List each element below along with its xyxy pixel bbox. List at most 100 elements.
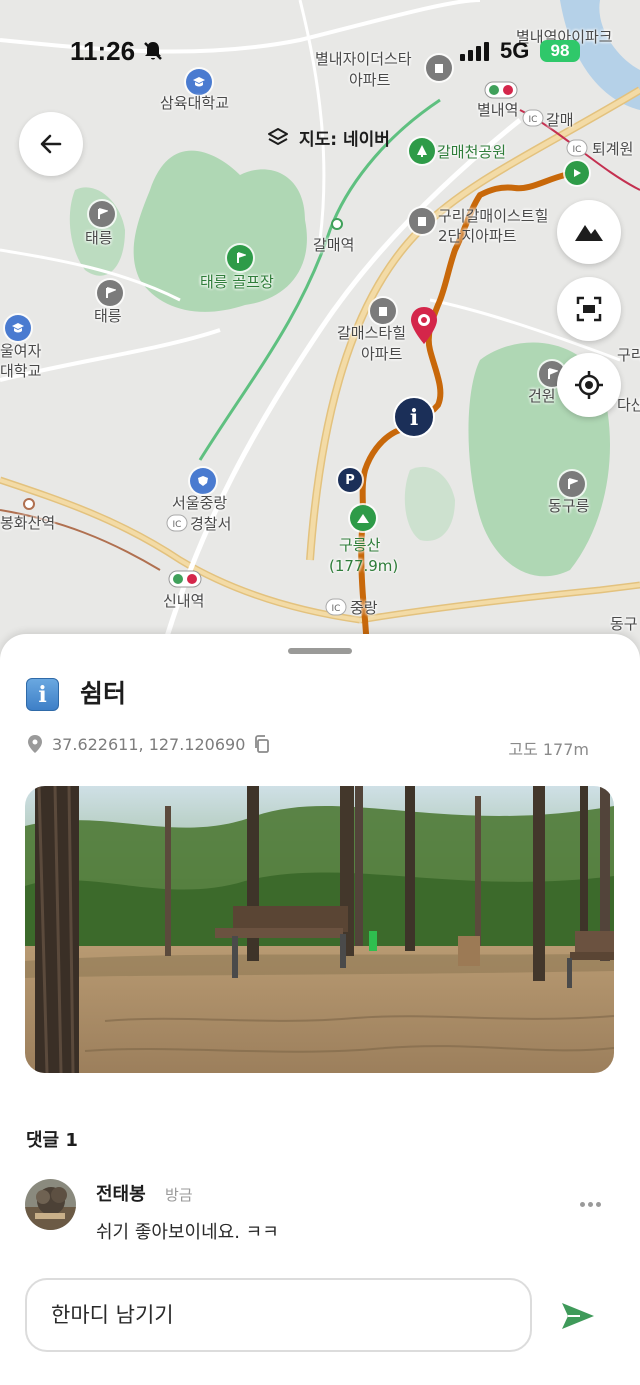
map-label: 대학교 xyxy=(0,362,42,380)
network-type: 5G xyxy=(500,38,530,63)
info-marker-icon[interactable]: i xyxy=(393,396,435,438)
university-icon xyxy=(5,315,31,341)
map-label: 갈매역 xyxy=(313,236,355,254)
map-label: 동구 xyxy=(610,615,638,633)
map-label: 삼육대학교 xyxy=(160,94,230,112)
terrain-button[interactable] xyxy=(557,200,621,264)
location-pin-icon xyxy=(28,735,42,753)
info-glyph: i xyxy=(38,681,47,708)
station-dot-icon xyxy=(331,218,343,230)
map-label: 갈매 xyxy=(546,111,574,129)
map-view[interactable]: P IC IC IC IC 삼육대학교 별내자이더스타 아파트 별내역아이파크 … xyxy=(0,0,640,660)
place-photo[interactable] xyxy=(25,786,614,1073)
comment-more-button[interactable] xyxy=(572,1192,608,1216)
svg-text:IC: IC xyxy=(332,604,341,614)
place-title: 쉼터 xyxy=(80,679,127,708)
avatar-image xyxy=(25,1179,76,1230)
back-button[interactable] xyxy=(19,112,83,176)
comments-header: 댓글 1 xyxy=(26,1130,78,1151)
interchange-icon: IC xyxy=(166,514,188,532)
comment-time: 방금 xyxy=(165,1186,193,1204)
forest-rest-area-image xyxy=(25,786,614,1073)
info-place-icon: i xyxy=(26,678,59,711)
signal-strength-icon xyxy=(460,42,489,61)
comment-author[interactable]: 전태봉 xyxy=(96,1180,146,1206)
map-label: 2단지아파트 xyxy=(438,227,517,245)
map-label: 서울중랑 xyxy=(172,494,228,512)
golf-icon xyxy=(227,245,253,271)
locate-button[interactable] xyxy=(557,353,621,417)
map-source-selector[interactable]: 지도: 네이버 xyxy=(255,118,402,156)
interchange-icon: IC xyxy=(325,598,347,616)
map-label: 별내자이더스타 xyxy=(315,50,412,68)
map-label: 동구릉 xyxy=(548,497,590,515)
arrow-left-icon xyxy=(40,134,62,154)
map-label: 건원 xyxy=(528,387,556,405)
locate-icon xyxy=(575,371,603,399)
map-label: 아파트 xyxy=(361,345,403,363)
map-label: 구리 xyxy=(617,346,640,364)
landmark-flag-icon xyxy=(97,280,123,306)
map-label: 갈매천공원 xyxy=(437,143,507,161)
coordinates-text: 37.622611, 127.120690 xyxy=(52,734,246,754)
battery-level: 98 xyxy=(550,41,570,60)
altitude-text: 고도 177m xyxy=(508,740,589,759)
map-label: 울여자 xyxy=(0,342,42,360)
university-icon xyxy=(186,69,212,95)
sheet-drag-handle[interactable] xyxy=(288,648,352,654)
map-label: 경찰서 xyxy=(190,515,232,533)
bell-muted-icon xyxy=(144,42,162,60)
battery-indicator: 98 xyxy=(540,40,580,62)
map-label: 별내역 xyxy=(477,101,519,119)
landmark-flag-icon xyxy=(559,471,585,497)
landmark-flag-icon xyxy=(89,201,115,227)
map-label: 태릉 xyxy=(85,229,113,247)
parking-icon: P xyxy=(338,468,362,492)
dot xyxy=(587,1201,593,1207)
place-detail-sheet: i 쉼터 37.622611, 127.120690 고도 177m 댓글 1 … xyxy=(0,634,640,1385)
layers-icon xyxy=(268,128,288,145)
map-label: 갈매스타힐 xyxy=(337,324,407,342)
map-background xyxy=(0,0,640,660)
mountain-icon xyxy=(575,225,603,241)
map-label: 아파트 xyxy=(349,71,391,89)
dot xyxy=(595,1201,601,1207)
mountain-peak-icon xyxy=(350,505,376,531)
park-icon xyxy=(409,138,435,164)
send-icon xyxy=(562,1303,594,1329)
svg-text:IC: IC xyxy=(573,145,582,155)
map-source-label: 지도: 네이버 xyxy=(299,129,390,150)
map-label: 퇴계원 xyxy=(592,140,634,158)
police-icon xyxy=(190,468,216,494)
coordinates-row: 37.622611, 127.120690 xyxy=(26,734,271,754)
copy-coordinates-button[interactable] xyxy=(253,735,271,753)
svg-text:IC: IC xyxy=(529,115,538,125)
comment-input[interactable] xyxy=(25,1278,532,1352)
map-label: 태릉 골프장 xyxy=(200,273,274,291)
subway-station-icon xyxy=(484,81,518,99)
subway-station-icon xyxy=(168,570,202,588)
map-label: 구리갈매이스트힐 xyxy=(438,207,549,225)
map-label: 태릉 xyxy=(94,307,122,325)
avatar[interactable] xyxy=(25,1179,76,1230)
apartment-icon xyxy=(370,298,396,324)
map-label: 봉화산역 xyxy=(0,514,56,532)
train-direction-icon xyxy=(565,161,589,185)
interchange-icon: IC xyxy=(522,109,544,127)
map-label: 다산 xyxy=(617,396,640,414)
map-label: 신내역 xyxy=(163,592,205,610)
map-label: (177.9m) xyxy=(329,557,399,575)
destination-marker-icon[interactable] xyxy=(409,306,439,346)
apartment-icon xyxy=(409,208,435,234)
svg-text:IC: IC xyxy=(173,520,182,530)
fullscreen-icon xyxy=(576,296,602,322)
svg-text:i: i xyxy=(410,405,418,431)
map-label: 구릉산 xyxy=(339,536,381,554)
comment-text: 쉬기 좋아보이네요. ㅋㅋ xyxy=(96,1222,279,1243)
send-button[interactable] xyxy=(556,1294,600,1338)
copy-icon xyxy=(255,735,270,753)
fullscreen-button[interactable] xyxy=(557,277,621,341)
apartment-icon xyxy=(426,55,452,81)
dot xyxy=(579,1201,585,1207)
interchange-icon: IC xyxy=(566,139,588,157)
